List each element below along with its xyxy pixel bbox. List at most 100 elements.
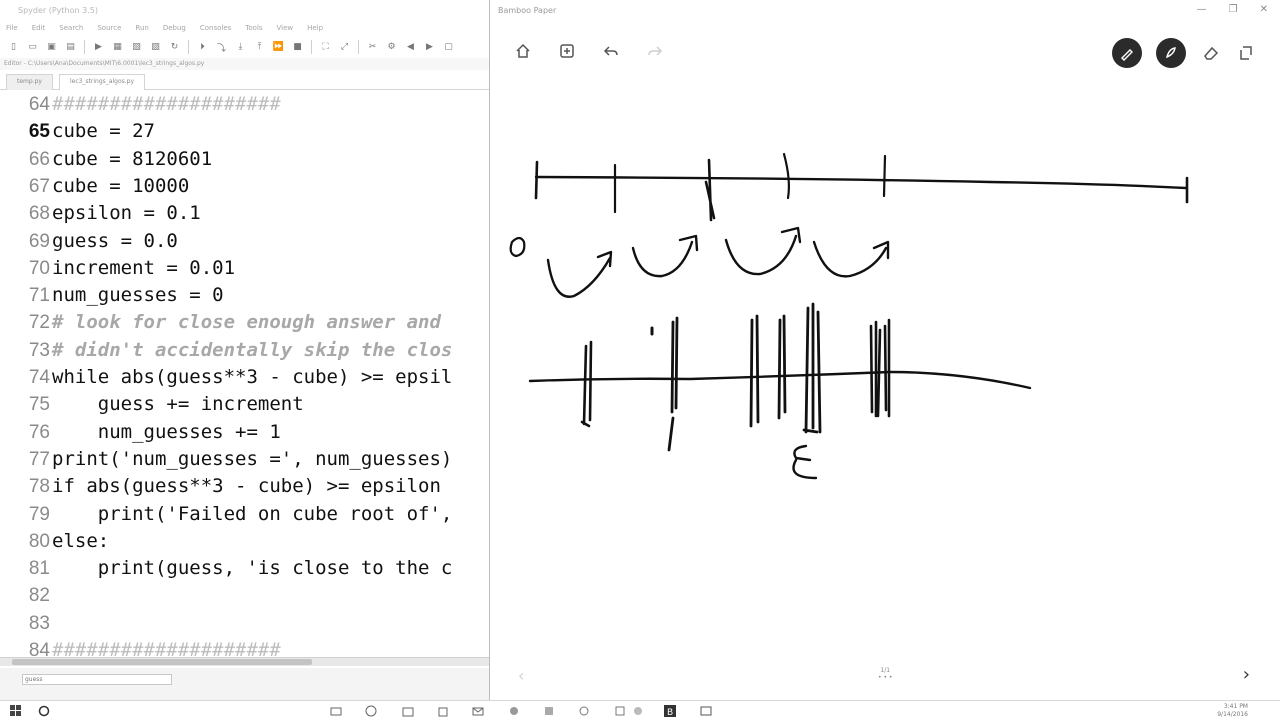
code-text: increment = 0.01 bbox=[52, 256, 236, 279]
code-line[interactable]: 82 bbox=[0, 582, 488, 609]
code-line[interactable]: 79 print('Failed on cube root of', bbox=[0, 501, 488, 528]
bamboo-paper-taskbar-icon[interactable]: B bbox=[664, 705, 676, 717]
search-icon[interactable] bbox=[38, 705, 50, 717]
app-icon[interactable] bbox=[543, 705, 555, 717]
line-number: 66 bbox=[28, 148, 50, 170]
page-tools-icon[interactable] bbox=[1236, 42, 1258, 64]
code-line[interactable]: 71 num_guesses = 0 bbox=[0, 282, 488, 309]
menu-help[interactable]: Help bbox=[307, 22, 323, 34]
explorer-icon[interactable] bbox=[402, 705, 414, 717]
menu-view[interactable]: View bbox=[277, 22, 294, 34]
code-line[interactable]: 78 if abs(guess**3 - cube) >= epsilon bbox=[0, 473, 488, 500]
brush-icon[interactable] bbox=[1156, 38, 1186, 68]
code-line[interactable]: 72 # look for close enough answer and bbox=[0, 309, 488, 336]
step-into-icon[interactable]: ⤓ bbox=[233, 41, 248, 54]
forward-icon[interactable]: ▶ bbox=[422, 41, 437, 54]
step-return-icon[interactable]: ⤒ bbox=[252, 41, 267, 54]
code-line[interactable]: 70 increment = 0.01 bbox=[0, 255, 488, 282]
code-line[interactable]: 68 epsilon = 0.1 bbox=[0, 200, 488, 227]
pen-icon[interactable] bbox=[1112, 38, 1142, 68]
code-line[interactable]: 84 #################### bbox=[0, 637, 488, 657]
line-number: 75 bbox=[28, 394, 50, 416]
run-cell-icon[interactable]: ▦ bbox=[110, 41, 125, 54]
run-selection-icon[interactable]: ▨ bbox=[148, 41, 163, 54]
code-line[interactable]: 73 # didn't accidentally skip the clos bbox=[0, 337, 488, 364]
browser-icon[interactable] bbox=[365, 705, 377, 717]
undo-icon[interactable] bbox=[600, 40, 622, 62]
working-dir-icon[interactable]: ▢ bbox=[441, 41, 456, 54]
previous-page-button[interactable]: ‹ bbox=[518, 666, 524, 685]
save-all-icon[interactable]: ▤ bbox=[63, 41, 78, 54]
next-page-button[interactable]: › bbox=[1243, 664, 1250, 685]
menu-search[interactable]: Search bbox=[59, 22, 83, 34]
code-line[interactable]: 80 else: bbox=[0, 528, 488, 555]
step-icon[interactable]: ⤵ bbox=[214, 41, 229, 54]
preferences-icon[interactable]: ✂ bbox=[365, 41, 380, 54]
python-path-icon[interactable]: ⚙ bbox=[384, 41, 399, 54]
run-icon[interactable]: ▶ bbox=[91, 41, 106, 54]
code-line[interactable]: 69 guess = 0.0 bbox=[0, 228, 488, 255]
code-editor[interactable]: 64 #################### 65 cube = 27 66 cube … bbox=[0, 91, 488, 657]
run-cell-advance-icon[interactable]: ▧ bbox=[129, 41, 144, 54]
clock-time: 3:41 PM bbox=[1223, 703, 1248, 710]
add-page-icon[interactable] bbox=[556, 40, 578, 62]
scrollbar-thumb[interactable] bbox=[12, 659, 312, 665]
stop-debug-icon[interactable]: ■ bbox=[290, 41, 305, 54]
home-icon[interactable] bbox=[512, 40, 534, 62]
mail-icon[interactable] bbox=[472, 705, 484, 717]
windows-start-icon[interactable] bbox=[10, 705, 22, 717]
code-line[interactable]: 74 while abs(guess**3 - cube) >= epsil bbox=[0, 364, 488, 391]
app-icon[interactable] bbox=[632, 705, 644, 717]
app-icon[interactable] bbox=[614, 705, 626, 717]
back-icon[interactable]: ◀ bbox=[403, 41, 418, 54]
tab-lec3-strings-algos[interactable]: lec3_strings_algos.py bbox=[58, 74, 146, 90]
page-indicator: 1/1 • • • bbox=[878, 667, 892, 681]
debug-icon[interactable]: ⏵ bbox=[195, 41, 210, 54]
eraser-icon[interactable] bbox=[1200, 42, 1222, 64]
tick-mark bbox=[749, 314, 760, 428]
code-line[interactable]: 64 #################### bbox=[0, 91, 488, 118]
code-text: cube = 27 bbox=[52, 120, 155, 143]
maximize-pane-icon[interactable]: ⛶ bbox=[318, 41, 333, 54]
close-icon[interactable]: ✕ bbox=[1260, 4, 1268, 15]
code-text: epsilon = 0.1 bbox=[52, 202, 201, 225]
system-clock[interactable]: 3:41 PM 9/14/2016 bbox=[1217, 703, 1248, 719]
maximize-icon[interactable]: ❐ bbox=[1229, 4, 1238, 15]
menu-debug[interactable]: Debug bbox=[163, 22, 186, 34]
save-icon[interactable]: ▣ bbox=[44, 41, 59, 54]
page-number: 1/1 bbox=[880, 667, 891, 674]
tab-temp-py[interactable]: temp.py bbox=[6, 74, 53, 90]
code-line[interactable]: 76 num_guesses += 1 bbox=[0, 419, 488, 446]
store-icon[interactable] bbox=[437, 705, 449, 717]
minimize-icon[interactable]: — bbox=[1197, 4, 1207, 15]
fullscreen-icon[interactable]: ⤢ bbox=[337, 41, 352, 54]
open-file-icon[interactable]: ▭ bbox=[25, 41, 40, 54]
code-line[interactable]: 65 cube = 27 bbox=[0, 118, 488, 145]
horizontal-scrollbar[interactable] bbox=[0, 657, 489, 666]
menu-tools[interactable]: Tools bbox=[245, 22, 262, 34]
redo-icon[interactable] bbox=[644, 40, 666, 62]
code-line[interactable]: 67 cube = 10000 bbox=[0, 173, 488, 200]
app-icon[interactable] bbox=[578, 705, 590, 717]
svg-text:B: B bbox=[667, 708, 673, 717]
code-line[interactable]: 75 guess += increment bbox=[0, 391, 488, 418]
continue-icon[interactable]: ⏩ bbox=[271, 41, 286, 54]
desktop: Spyder (Python 3.5) File Edit Search Sou… bbox=[0, 0, 1280, 720]
menu-file[interactable]: File bbox=[6, 22, 18, 34]
drawing-canvas[interactable] bbox=[490, 90, 1280, 650]
code-line[interactable]: 81 print(guess, 'is close to the c bbox=[0, 555, 488, 582]
menu-source[interactable]: Source bbox=[97, 22, 121, 34]
menu-consoles[interactable]: Consoles bbox=[200, 22, 231, 34]
app-icon[interactable] bbox=[508, 705, 520, 717]
code-line[interactable]: 83 bbox=[0, 610, 488, 637]
rerun-icon[interactable]: ↻ bbox=[167, 41, 182, 54]
spyder-taskbar-icon[interactable] bbox=[700, 705, 712, 717]
editor-window: Spyder (Python 3.5) File Edit Search Sou… bbox=[0, 0, 490, 700]
menu-run[interactable]: Run bbox=[135, 22, 148, 34]
menu-edit[interactable]: Edit bbox=[32, 22, 46, 34]
shell-input[interactable]: guess bbox=[22, 674, 172, 685]
task-view-icon[interactable] bbox=[330, 705, 342, 717]
code-line[interactable]: 77 print('num_guesses =', num_guesses) bbox=[0, 446, 488, 473]
code-line[interactable]: 66 cube = 8120601 bbox=[0, 146, 488, 173]
new-file-icon[interactable]: ▯ bbox=[6, 41, 21, 54]
